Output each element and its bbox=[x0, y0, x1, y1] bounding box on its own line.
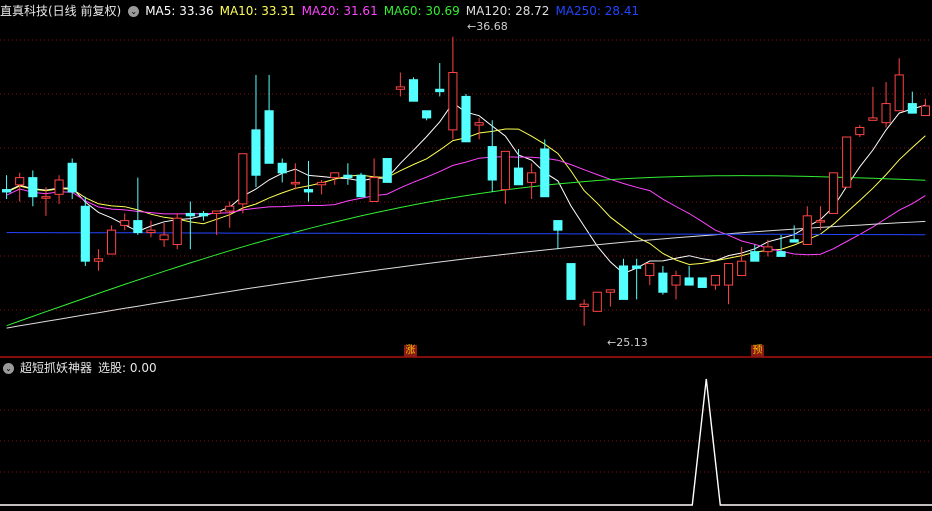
indicator-title[interactable]: 超短抓妖神器 bbox=[20, 361, 92, 375]
signal-line bbox=[0, 378, 932, 506]
candle-up bbox=[500, 150, 510, 191]
candle-down bbox=[461, 95, 471, 143]
candle-down bbox=[907, 103, 917, 114]
candle-up bbox=[842, 136, 852, 188]
candle-down bbox=[67, 162, 77, 193]
candle-down bbox=[185, 212, 195, 217]
ma60-line bbox=[6, 175, 926, 327]
limit-up-marker[interactable]: 涨 bbox=[404, 345, 417, 357]
candle-down bbox=[697, 277, 707, 288]
candle-down bbox=[382, 158, 392, 183]
candle-up bbox=[290, 181, 300, 185]
candle-up bbox=[894, 74, 904, 112]
candle-down bbox=[80, 205, 90, 262]
candlesticks bbox=[1, 36, 931, 326]
ma-legend-item: MA5: 33.36 bbox=[145, 4, 214, 18]
candle-down bbox=[277, 162, 287, 174]
candle-down bbox=[422, 110, 432, 119]
candle-up bbox=[107, 229, 117, 255]
candle-up bbox=[238, 153, 248, 205]
candle-up bbox=[330, 172, 340, 179]
ma-legend-item: MA10: 33.31 bbox=[219, 4, 296, 18]
ma20-line bbox=[6, 156, 926, 256]
candle-up bbox=[592, 291, 602, 312]
candle-up bbox=[737, 260, 747, 277]
candle-up bbox=[15, 177, 25, 186]
pre-signal-marker[interactable]: 预 bbox=[751, 345, 764, 357]
candle-up bbox=[763, 246, 773, 253]
candle-up bbox=[212, 210, 222, 214]
candle-down bbox=[540, 148, 550, 198]
candle-up bbox=[474, 122, 484, 126]
candle-up bbox=[802, 215, 812, 245]
candle-down bbox=[251, 129, 261, 176]
candle-up bbox=[815, 220, 825, 223]
candle-up bbox=[159, 234, 169, 241]
candle-up bbox=[855, 126, 865, 136]
candle-up bbox=[146, 229, 156, 234]
stock-title[interactable]: 直真科技(日线 前复权) bbox=[0, 4, 121, 18]
candle-up bbox=[448, 72, 458, 131]
candle-up bbox=[710, 275, 720, 286]
candle-up bbox=[54, 179, 64, 195]
candle-up bbox=[828, 172, 839, 214]
candle-up bbox=[369, 177, 379, 202]
candle-down bbox=[658, 272, 668, 293]
candle-up bbox=[671, 275, 681, 286]
candle-down bbox=[618, 265, 629, 300]
candle-up bbox=[172, 217, 182, 245]
indicator-settings-icon[interactable]: ⌄ bbox=[3, 363, 14, 374]
candle-down bbox=[435, 88, 445, 93]
ma10-line bbox=[6, 128, 926, 266]
candle-down bbox=[632, 265, 642, 269]
candle-down bbox=[684, 277, 694, 286]
indicator-panel bbox=[0, 378, 932, 506]
candle-down bbox=[553, 220, 563, 231]
ma-legend-item: MA20: 31.61 bbox=[301, 4, 378, 18]
candle-down bbox=[408, 79, 419, 102]
candle-up bbox=[579, 303, 589, 308]
ma250-line bbox=[6, 232, 926, 236]
main-panel-header: 直真科技(日线 前复权) ⌄ MA5: 33.36 MA10: 33.31 MA20: … bbox=[0, 2, 651, 20]
candle-down bbox=[28, 177, 38, 198]
candle-up bbox=[225, 205, 235, 212]
candle-down bbox=[198, 212, 209, 217]
candle-down bbox=[356, 174, 366, 198]
indicator-value: 选股: 0.00 bbox=[98, 361, 157, 375]
ma120-line bbox=[6, 220, 926, 329]
candle-up bbox=[881, 103, 891, 124]
ma-legend-item: MA250: 28.41 bbox=[555, 4, 640, 18]
candle-up bbox=[317, 181, 327, 186]
candle-down bbox=[487, 146, 497, 181]
candle-down bbox=[343, 174, 353, 179]
candle-up bbox=[868, 117, 878, 121]
candle-up bbox=[93, 258, 104, 262]
chart-canvas[interactable] bbox=[0, 0, 932, 511]
candle-up bbox=[605, 289, 615, 293]
candle-down bbox=[776, 251, 786, 257]
candle-up bbox=[920, 105, 931, 117]
indicator-header: ⌄ 超短抓妖神器 选股: 0.00 bbox=[0, 359, 163, 377]
candle-down bbox=[133, 220, 143, 234]
candle-down bbox=[264, 110, 274, 164]
candle-up bbox=[120, 220, 130, 226]
candle-down bbox=[1, 189, 12, 193]
period-high-label: ←36.68 bbox=[467, 20, 508, 33]
candle-up bbox=[527, 172, 537, 183]
ma-legend: MA5: 33.36 MA10: 33.31 MA20: 31.61 MA60: 30… bbox=[145, 4, 645, 18]
candle-down bbox=[750, 251, 760, 262]
candle-up bbox=[645, 263, 655, 277]
settings-circle-icon[interactable]: ⌄ bbox=[128, 6, 140, 17]
ma-legend-item: MA120: 28.72 bbox=[465, 4, 550, 18]
candle-down bbox=[303, 189, 314, 193]
candle-down bbox=[566, 263, 576, 300]
candle-down bbox=[513, 167, 524, 186]
candle-down bbox=[789, 239, 799, 243]
ma-legend-item: MA60: 30.69 bbox=[383, 4, 460, 18]
period-low-label: ←25.13 bbox=[607, 336, 648, 349]
candle-up bbox=[723, 263, 734, 286]
candle-up bbox=[41, 196, 51, 199]
candle-up bbox=[395, 86, 405, 90]
